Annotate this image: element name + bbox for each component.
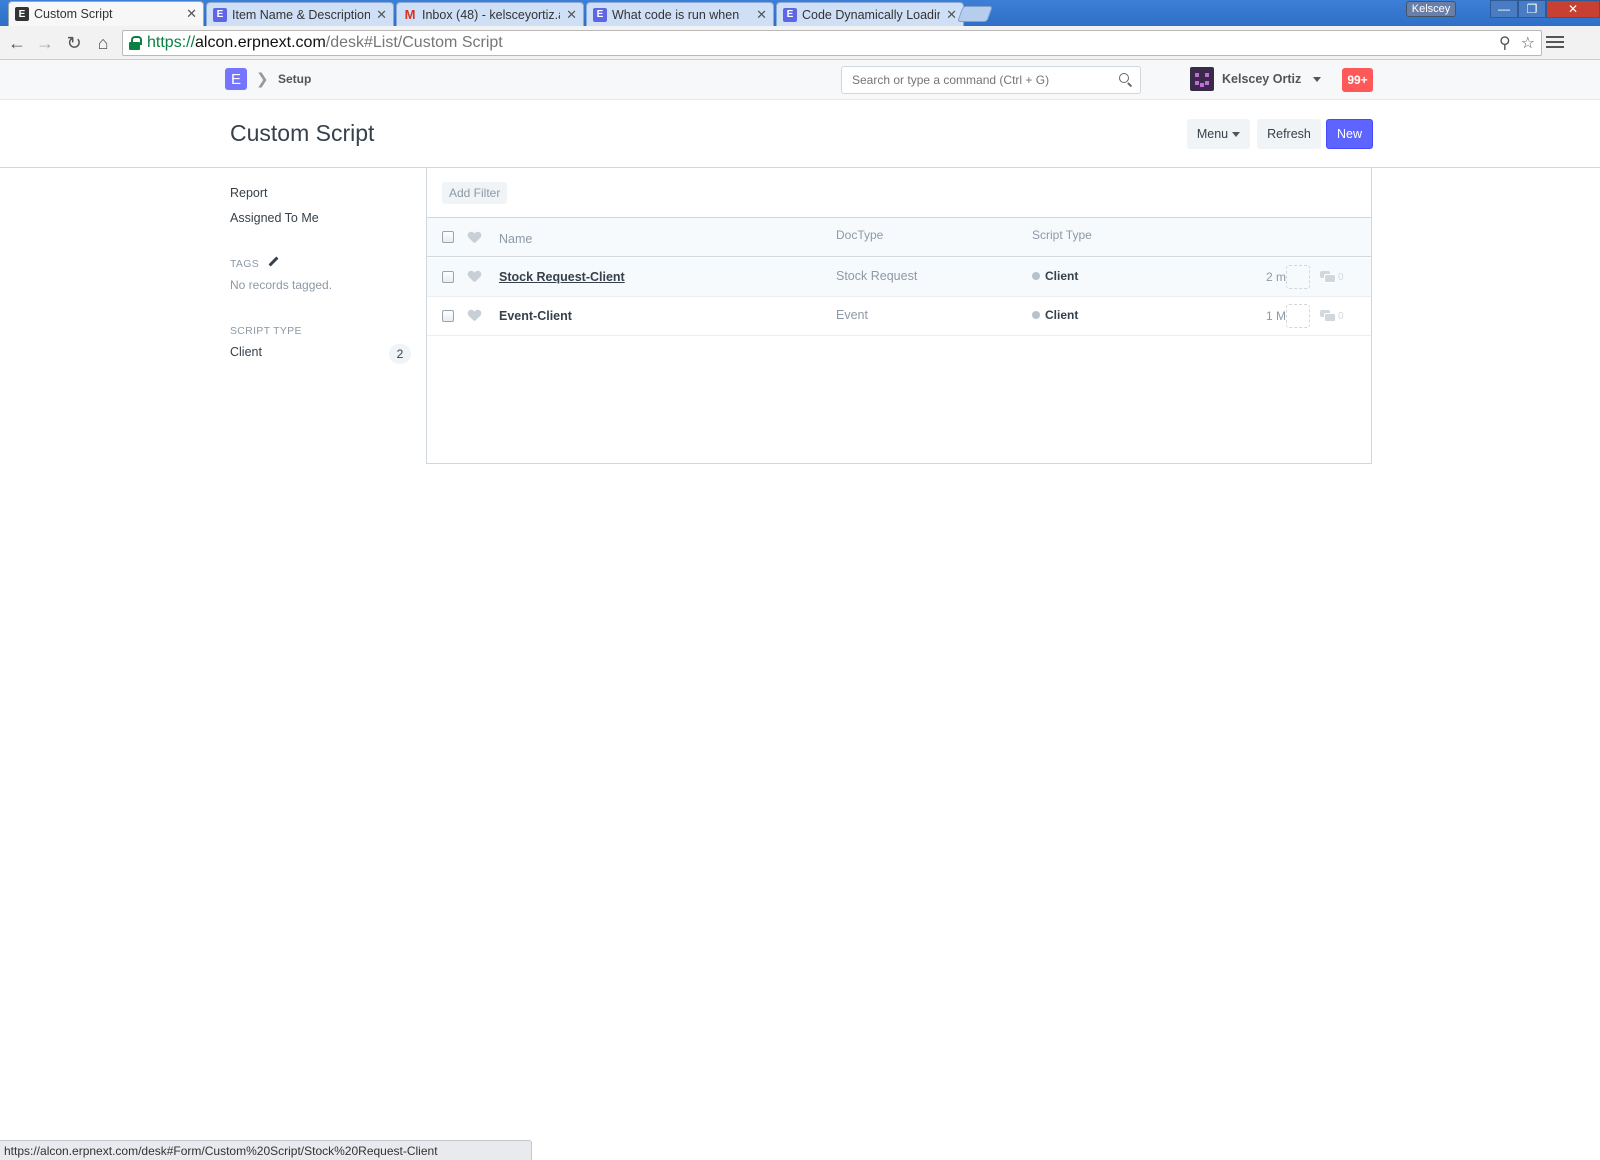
row-script-type-indicator: Client [1032,308,1078,322]
row-doctype: Event [836,308,868,322]
heart-icon [468,232,481,244]
add-filter-button[interactable]: Add Filter [442,182,508,204]
select-all-checkbox[interactable] [442,231,454,243]
tags-heading: TAGS [230,258,260,270]
minimize-icon[interactable]: — [1490,0,1518,18]
tab-close-icon[interactable]: ✕ [186,6,197,22]
new-button[interactable]: New [1326,119,1373,149]
menu-button-label: Menu [1196,127,1229,141]
sidebar-item-report[interactable]: Report [230,186,268,200]
sidebar-item-assigned-to-me[interactable]: Assigned To Me [230,211,319,225]
tab-title: Inbox (48) - kelsceyortiz.a [422,7,561,22]
caret-down-icon [1313,76,1322,82]
back-arrow-icon[interactable]: ← [6,32,28,54]
erpnext-favicon-icon: E [783,7,797,22]
like-heart-icon[interactable] [468,310,481,322]
row-checkbox[interactable] [442,310,454,322]
reload-icon[interactable]: ↻ [63,32,85,54]
row-checkbox[interactable] [442,271,454,283]
list-header: Name DocType Script Type [427,218,1371,257]
client-count-badge: 2 [389,344,411,364]
url-host: alcon.erpnext.com [195,34,326,51]
tab-title: Custom Script [34,7,113,21]
search-input[interactable] [842,67,1104,93]
awesome-bar [841,66,1141,94]
forward-arrow-icon[interactable]: → [34,32,56,54]
browser-tab-code-dynamically[interactable]: E Code Dynamically Loading ✕ [776,2,964,26]
comment-icon [1320,271,1336,283]
table-row[interactable]: Event-Client Event Client 1 M 0 [427,297,1371,336]
caret-down-icon [1232,131,1241,137]
like-heart-icon[interactable] [468,271,481,283]
page-title: Custom Script [230,120,375,146]
assign-placeholder[interactable] [1286,304,1310,328]
row-script-type-indicator: Client [1032,269,1078,283]
user-name: Kelscey Ortiz [1222,72,1302,86]
app-logo[interactable]: E [225,68,247,90]
erpnext-favicon-icon: E [213,7,227,22]
tags-empty-text: No records tagged. [230,278,333,292]
script-type-heading: SCRIPT TYPE [230,325,302,337]
app-navbar: E ❯ Setup Kelscey Ortiz 99+ [0,60,1600,100]
row-name-link[interactable]: Event-Client [499,309,572,323]
erpnext-favicon-icon: E [15,7,29,21]
filter-bar: Add Filter [427,168,1371,218]
tab-title: Code Dynamically Loading [802,7,941,22]
new-tab-button[interactable] [957,6,993,22]
column-header-doctype: DocType [836,228,884,242]
assign-placeholder[interactable] [1286,265,1310,289]
sidebar-item-client[interactable]: Client [230,345,262,359]
tab-close-icon[interactable]: ✕ [756,7,767,23]
tab-close-icon[interactable]: ✕ [946,7,957,23]
url-path: /desk#List/Custom Script [325,34,503,51]
url-scheme: https:// [147,34,196,51]
breadcrumb-setup[interactable]: Setup [278,72,311,86]
home-icon[interactable]: ⌂ [92,32,114,54]
column-header-name: Name [499,232,533,246]
restore-icon[interactable]: ❐ [1518,0,1546,18]
gmail-favicon-icon: M [404,7,416,22]
browser-toolbar: ← → ↻ ⌂ https://alcon.erpnext.com/desk#L… [0,26,1600,60]
tab-close-icon[interactable]: ✕ [566,7,577,23]
window-close-icon[interactable]: ✕ [1546,0,1600,18]
list-panel: Add Filter Name DocType Script Type Stoc… [426,168,1372,464]
comment-count: 0 [1338,272,1344,283]
browser-tab-item-name[interactable]: E Item Name & Description ✕ [206,2,394,26]
key-icon[interactable]: ⚲ [1499,33,1511,53]
row-name-link[interactable]: Stock Request-Client [499,270,625,284]
bookmark-star-icon[interactable]: ☆ [1521,33,1535,53]
browser-tab-strip: E Custom Script ✕ E Item Name & Descript… [0,0,1600,26]
address-bar[interactable]: https://alcon.erpnext.com/desk#List/Cust… [122,30,1542,56]
menu-button[interactable]: Menu [1187,119,1250,149]
page-head: Custom Script Menu Refresh New [0,100,1600,168]
browser-status-bar: https://alcon.erpnext.com/desk#Form/Cust… [0,1140,532,1160]
tab-title: Item Name & Description [232,7,371,22]
refresh-button[interactable]: Refresh [1257,119,1321,149]
row-modified-time: 2 m [1265,270,1286,284]
chrome-menu-icon[interactable] [1546,32,1564,52]
lock-icon [129,36,142,50]
table-row[interactable]: Stock Request-Client Stock Request Clien… [427,258,1371,297]
column-header-script-type: Script Type [1032,228,1092,242]
breadcrumb-chevron-icon: ❯ [256,71,269,88]
notifications-badge[interactable]: 99+ [1342,68,1373,92]
comment-count: 0 [1338,311,1344,322]
browser-tab-inbox[interactable]: M Inbox (48) - kelsceyortiz.a ✕ [396,2,584,26]
browser-profile-button[interactable]: Kelscey [1406,1,1456,17]
row-doctype: Stock Request [836,269,918,283]
search-icon[interactable] [1119,73,1132,86]
comment-icon [1320,310,1336,322]
pencil-icon[interactable] [268,257,278,267]
user-menu[interactable]: Kelscey Ortiz [1190,67,1322,91]
erpnext-favicon-icon: E [593,7,607,22]
avatar [1190,67,1214,91]
tab-title: What code is run when [612,7,740,22]
row-modified-time: 1 M [1265,309,1286,323]
tab-close-icon[interactable]: ✕ [376,7,387,23]
browser-tab-custom-script[interactable]: E Custom Script ✕ [8,1,204,26]
browser-tab-what-code[interactable]: E What code is run when ✕ [586,2,774,26]
